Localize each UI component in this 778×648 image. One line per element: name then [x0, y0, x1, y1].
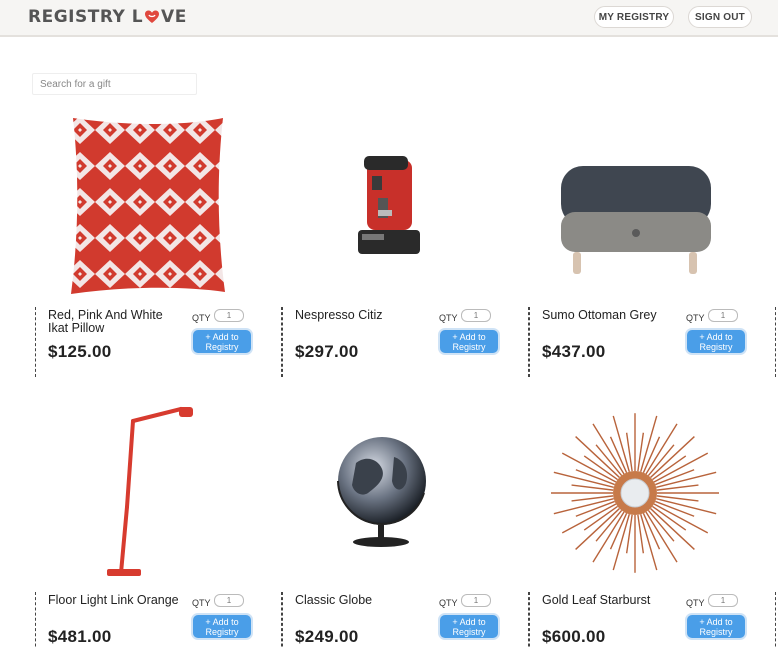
product-name[interactable]: Nespresso Citiz	[295, 309, 430, 322]
qty-input[interactable]: 1	[214, 594, 244, 607]
product-price: $297.00	[295, 342, 359, 361]
gold-leaf-starburst-image[interactable]	[529, 397, 776, 587]
product-price: $125.00	[48, 342, 112, 361]
starburst-ray	[612, 415, 630, 472]
qty-input[interactable]: 1	[708, 594, 738, 607]
product-name[interactable]: Sumo Ottoman Grey	[542, 309, 677, 322]
qty-label: QTY	[192, 313, 211, 323]
product-card-floor-light[interactable]: Floor Light Link Orange $481.00 QTY 1 + …	[35, 397, 282, 648]
add-to-registry-button[interactable]: + Add to Registry	[685, 328, 747, 355]
starburst-ray	[553, 471, 614, 488]
starburst-ray	[553, 498, 614, 515]
qty-label: QTY	[686, 598, 705, 608]
add-to-registry-button[interactable]: + Add to Registry	[191, 613, 253, 640]
add-to-registry-button[interactable]: + Add to Registry	[685, 613, 747, 640]
qty-label: QTY	[439, 313, 458, 323]
product-name[interactable]: Gold Leaf Starburst	[542, 594, 677, 607]
product-price: $249.00	[295, 627, 359, 646]
product-info: Nespresso Citiz $297.00 QTY 1 + Add to R…	[282, 307, 529, 377]
product-card-sumo-ottoman[interactable]: Sumo Ottoman Grey $437.00 QTY 1 + Add to…	[529, 112, 776, 392]
starburst-ray	[640, 415, 658, 472]
product-grid: Red, Pink And White Ikat Pillow $125.00 …	[0, 0, 778, 648]
qty-input[interactable]: 1	[461, 594, 491, 607]
product-price: $481.00	[48, 627, 112, 646]
product-info: Sumo Ottoman Grey $437.00 QTY 1 + Add to…	[529, 307, 776, 377]
starburst-ray	[656, 498, 717, 515]
starburst-ray	[640, 514, 658, 571]
starburst-ray	[656, 471, 717, 488]
product-card-nespresso[interactable]: Nespresso Citiz $297.00 QTY 1 + Add to R…	[282, 112, 529, 392]
qty-input[interactable]: 1	[461, 309, 491, 322]
product-info: Floor Light Link Orange $481.00 QTY 1 + …	[35, 592, 282, 648]
qty-input[interactable]: 1	[214, 309, 244, 322]
product-name[interactable]: Classic Globe	[295, 594, 430, 607]
product-name[interactable]: Red, Pink And White Ikat Pillow	[48, 309, 183, 335]
add-to-registry-button[interactable]: + Add to Registry	[438, 613, 500, 640]
product-card-classic-globe[interactable]: Classic Globe $249.00 QTY 1 + Add to Reg…	[282, 397, 529, 648]
starburst-ray	[612, 514, 630, 571]
product-card-gold-leaf-starburst[interactable]: Gold Leaf Starburst $600.00 QTY 1 + Add …	[529, 397, 776, 648]
classic-globe-image[interactable]	[282, 397, 529, 587]
add-to-registry-button[interactable]: + Add to Registry	[438, 328, 500, 355]
qty-label: QTY	[439, 598, 458, 608]
sumo-ottoman-image[interactable]	[529, 112, 776, 302]
product-name[interactable]: Floor Light Link Orange	[48, 594, 183, 607]
add-to-registry-button[interactable]: + Add to Registry	[191, 328, 253, 355]
qty-label: QTY	[686, 313, 705, 323]
product-price: $600.00	[542, 627, 606, 646]
product-info: Gold Leaf Starburst $600.00 QTY 1 + Add …	[529, 592, 776, 648]
qty-input[interactable]: 1	[708, 309, 738, 322]
nespresso-citiz-image[interactable]	[282, 112, 529, 302]
product-price: $437.00	[542, 342, 606, 361]
product-info: Red, Pink And White Ikat Pillow $125.00 …	[35, 307, 282, 377]
ikat-pillow-image[interactable]	[35, 112, 282, 302]
floor-light-image[interactable]	[35, 397, 282, 587]
product-info: Classic Globe $249.00 QTY 1 + Add to Reg…	[282, 592, 529, 648]
qty-label: QTY	[192, 598, 211, 608]
product-card-ikat-pillow[interactable]: Red, Pink And White Ikat Pillow $125.00 …	[35, 112, 282, 392]
